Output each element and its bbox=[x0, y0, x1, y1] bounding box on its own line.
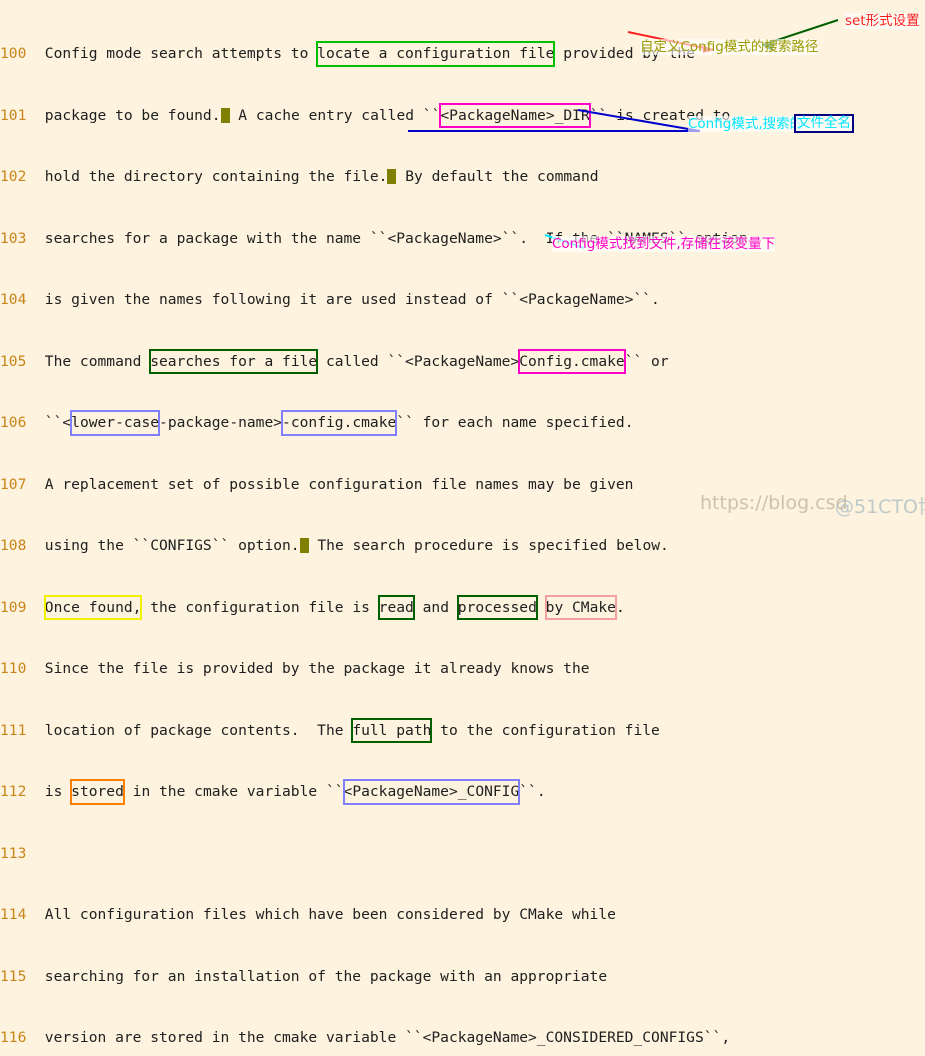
line-number: 103 bbox=[0, 229, 27, 247]
highlight-box-dark-green: read bbox=[377, 594, 416, 620]
code-line: 111 location of package contents. The fu… bbox=[0, 717, 925, 743]
highlight-box-purple: lower-case bbox=[70, 410, 160, 435]
space-marker bbox=[220, 107, 230, 123]
highlight-box-dark-green: processed bbox=[456, 594, 538, 620]
line-number: 101 bbox=[0, 106, 27, 124]
code-line: 113 bbox=[0, 844, 925, 865]
code-line: 101 package to be found. A cache entry c… bbox=[0, 102, 925, 128]
code-line: 110 Since the file is provided by the pa… bbox=[0, 659, 925, 680]
code-line: 102 hold the directory containing the fi… bbox=[0, 167, 925, 188]
highlight-box-dark-green: searches for a file bbox=[149, 348, 319, 374]
code-line: 106 ``<lower-case-package-name>-config.c… bbox=[0, 410, 925, 435]
highlight-box-yellow: Once found, bbox=[43, 594, 143, 620]
code-line: 109 Once found, the configuration file i… bbox=[0, 594, 925, 620]
space-marker bbox=[299, 538, 309, 553]
code-line: 104 is given the names following it are … bbox=[0, 290, 925, 311]
highlight-box-green: locate a configuration file bbox=[316, 41, 556, 66]
line-number: 106 bbox=[0, 414, 27, 431]
line-number: 116 bbox=[0, 1029, 27, 1046]
line-number: 102 bbox=[0, 168, 27, 185]
code-line: 100 Config mode search attempts to locat… bbox=[0, 41, 925, 66]
highlight-box-pink: by CMake bbox=[544, 594, 618, 620]
line-number: 111 bbox=[0, 721, 27, 739]
line-number: 105 bbox=[0, 352, 27, 370]
highlight-box-magenta: Config.cmake bbox=[518, 348, 627, 374]
code-line: 112 is stored in the cmake variable ``<P… bbox=[0, 779, 925, 804]
line-number: 113 bbox=[0, 844, 27, 862]
code-line: 116 version are stored in the cmake vari… bbox=[0, 1028, 925, 1049]
code-line: 115 searching for an installation of the… bbox=[0, 967, 925, 988]
highlight-box-magenta: <PackageName>_DIR bbox=[439, 102, 592, 128]
code-line: 108 using the ``CONFIGS`` option. The se… bbox=[0, 536, 925, 557]
highlight-box-orange: stored bbox=[70, 779, 125, 804]
code-line: 103 searches for a package with the name… bbox=[0, 229, 925, 250]
line-number: 112 bbox=[0, 783, 27, 800]
highlight-box-purple: -config.cmake bbox=[281, 410, 398, 435]
highlight-box-dark-green: full path bbox=[351, 717, 433, 743]
highlight-box-purple: <PackageName>_CONFIG bbox=[342, 779, 520, 804]
line-number: 114 bbox=[0, 906, 27, 923]
line-number: 109 bbox=[0, 598, 27, 616]
line-number: 110 bbox=[0, 660, 27, 677]
line-number: 104 bbox=[0, 291, 27, 308]
space-marker bbox=[387, 169, 397, 184]
line-number: 100 bbox=[0, 45, 27, 62]
code-viewer[interactable]: 100 Config mode search attempts to locat… bbox=[0, 0, 925, 1046]
code-line: 107 A replacement set of possible config… bbox=[0, 475, 925, 496]
line-number: 115 bbox=[0, 967, 27, 985]
code-line: 105 The command searches for a file call… bbox=[0, 348, 925, 374]
code-line: 114 All configuration files which have b… bbox=[0, 905, 925, 926]
line-number: 107 bbox=[0, 475, 27, 493]
line-number: 108 bbox=[0, 537, 27, 554]
